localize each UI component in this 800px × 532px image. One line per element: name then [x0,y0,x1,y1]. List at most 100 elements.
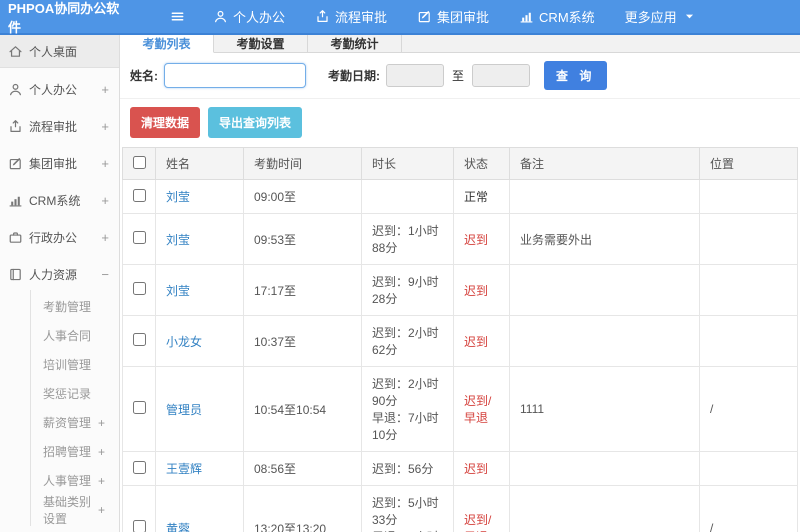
sidebar-item-label: 个人办公 [29,83,78,97]
sidebar-item-2[interactable]: 流程审批 + [0,111,119,142]
user-icon [213,9,228,24]
expand-plus-icon[interactable]: + [101,193,111,208]
status-badge: 迟到 [453,315,510,367]
row-checkbox[interactable] [132,460,146,474]
expand-plus-icon[interactable]: + [98,445,119,459]
duration: 迟到：2小时90分 早退：7小时10分 [361,366,454,452]
row-checkbox[interactable] [132,333,146,346]
duration: 迟到：5小时33分 早退：4小时67分 [361,485,454,532]
topbar-nav-item-0[interactable]: 个人办公 [213,7,285,26]
book-icon [8,267,23,282]
briefcase-icon [8,230,23,245]
sidebar-subitem-7[interactable]: 基础类别设置 + [31,495,119,526]
duration: 迟到：9小时28分 [361,264,454,316]
to-label: 至 [452,69,465,83]
sidebar-subitem-1[interactable]: 人事合同 [31,321,119,350]
table-row: 刘莹 17:17至 迟到：9小时28分 迟到 [122,264,798,316]
sidebar-subitem-6[interactable]: 人事管理 + [31,466,119,495]
sidebar-item-label: 集团审批 [29,157,78,171]
actions-bar: 清理数据 导出查询列表 [120,99,800,147]
employee-name-link[interactable]: 小龙女 [155,315,244,367]
employee-name-link[interactable]: 黄蓉 [155,485,244,532]
tab-0[interactable]: 考勤列表 [120,35,214,53]
employee-name-link[interactable]: 王壹辉 [155,451,244,486]
expand-plus-icon[interactable]: + [98,474,119,488]
row-checkbox[interactable] [132,282,146,295]
attendance-time: 10:54至10:54 [243,366,362,452]
table-row: 小龙女 10:37至 迟到：2小时62分 迟到 [122,315,798,367]
tab-2[interactable]: 考勤统计 [308,35,402,52]
sidebar-subitem-label: 人事合同 [43,329,92,343]
status-badge: 迟到 [453,451,510,486]
menu-toggle-button[interactable] [170,9,185,24]
app-logo: PHPOA协同办公软件 [8,0,120,35]
row-checkbox[interactable] [132,401,146,414]
sidebar-item-4[interactable]: CRM系统 + [0,185,119,216]
collapse-minus-icon[interactable]: − [101,267,111,282]
sidebar-item-0[interactable]: 个人桌面 [0,35,119,68]
expand-plus-icon[interactable]: + [101,156,111,171]
sidebar-subitem-3[interactable]: 奖惩记录 [31,379,119,408]
nav-label: 更多应用 [624,10,677,25]
expand-plus-icon[interactable]: + [101,82,111,97]
duration: 迟到：56分 [361,451,454,486]
search-bar: 姓名: 考勤日期: 至 查 询 [120,53,800,99]
table-row: 王壹辉 08:56至 迟到：56分 迟到 [122,451,798,486]
expand-plus-icon[interactable]: + [98,416,119,430]
note [509,179,700,214]
export-list-button[interactable]: 导出查询列表 [208,107,303,138]
employee-name-link[interactable]: 刘莹 [155,213,244,265]
sidebar-subitem-5[interactable]: 招聘管理 + [31,437,119,466]
sidebar-subitem-2[interactable]: 培训管理 [31,350,119,379]
nav-label: CRM系统 [539,10,595,25]
search-button[interactable]: 查 询 [544,61,608,90]
attendance-time: 09:53至 [243,213,362,265]
status-badge: 迟到/早退 [453,366,510,452]
status-badge: 迟到 [453,264,510,316]
sidebar-item-label: 人力资源 [29,268,78,282]
expand-plus-icon[interactable]: + [101,119,111,134]
sidebar-item-3[interactable]: 集团审批 + [0,148,119,179]
attendance-time: 09:00至 [243,179,362,214]
sidebar-item-label: 个人桌面 [29,44,78,59]
topbar-nav-item-1[interactable]: 流程审批 [315,7,387,26]
topbar-nav-item-2[interactable]: 集团审批 [417,7,489,26]
topbar-nav-item-3[interactable]: CRM系统 [519,7,595,26]
employee-name-link[interactable]: 刘莹 [155,179,244,214]
row-checkbox[interactable] [132,188,146,202]
employee-name-link[interactable]: 管理员 [155,366,244,452]
attendance-table-wrap: 姓名 考勤时间 时长 状态 备注 位置 刘莹 09:00至 正常 刘莹 09:53至 迟到：1小时8… [120,147,800,532]
edit-icon [8,156,23,171]
date-from-input[interactable] [386,64,444,87]
sidebar-item-5[interactable]: 行政办公 + [0,222,119,253]
sidebar-item-6[interactable]: 人力资源 − [0,259,119,290]
employee-name-link[interactable]: 刘莹 [155,264,244,316]
note [509,485,700,532]
chart-icon [8,193,23,208]
duration: 迟到：2小时62分 [361,315,454,367]
note [509,264,700,316]
nav-label: 流程审批 [335,10,388,25]
sidebar-subitem-label: 薪资管理 [43,416,92,430]
sidebar-subitem-0[interactable]: 考勤管理 [31,292,119,321]
row-checkbox[interactable] [132,520,146,532]
column-header-0: 姓名 [155,147,244,180]
clean-data-button[interactable]: 清理数据 [130,107,201,138]
content: 考勤列表 考勤设置 考勤统计 姓名: 考勤日期: 至 查 询 清理数据 导出查询列表… [120,35,800,532]
sidebar: 个人桌面 个人办公 + 流程审批 + 集团审批 + CRM系统 + 行政办公 + 人力资源 − 考勤管理人… [0,35,120,532]
date-to-input[interactable] [472,64,531,87]
sidebar-subitem-4[interactable]: 薪资管理 + [31,408,119,437]
sidebar-item-1[interactable]: 个人办公 + [0,74,119,105]
table-row: 刘莹 09:53至 迟到：1小时88分 迟到 业务需要外出 [122,213,798,265]
name-input[interactable] [164,63,306,88]
name-label: 姓名: [130,69,158,83]
row-checkbox[interactable] [132,231,146,244]
location [699,213,798,265]
expand-plus-icon[interactable]: + [98,503,119,517]
expand-plus-icon[interactable]: + [101,230,111,245]
share-icon [8,119,23,134]
select-all-checkbox[interactable] [132,155,146,169]
topbar-nav-item-4[interactable]: 更多应用 [625,7,697,26]
attendance-time: 13:20至13:20 [243,485,362,532]
tab-1[interactable]: 考勤设置 [214,35,308,52]
